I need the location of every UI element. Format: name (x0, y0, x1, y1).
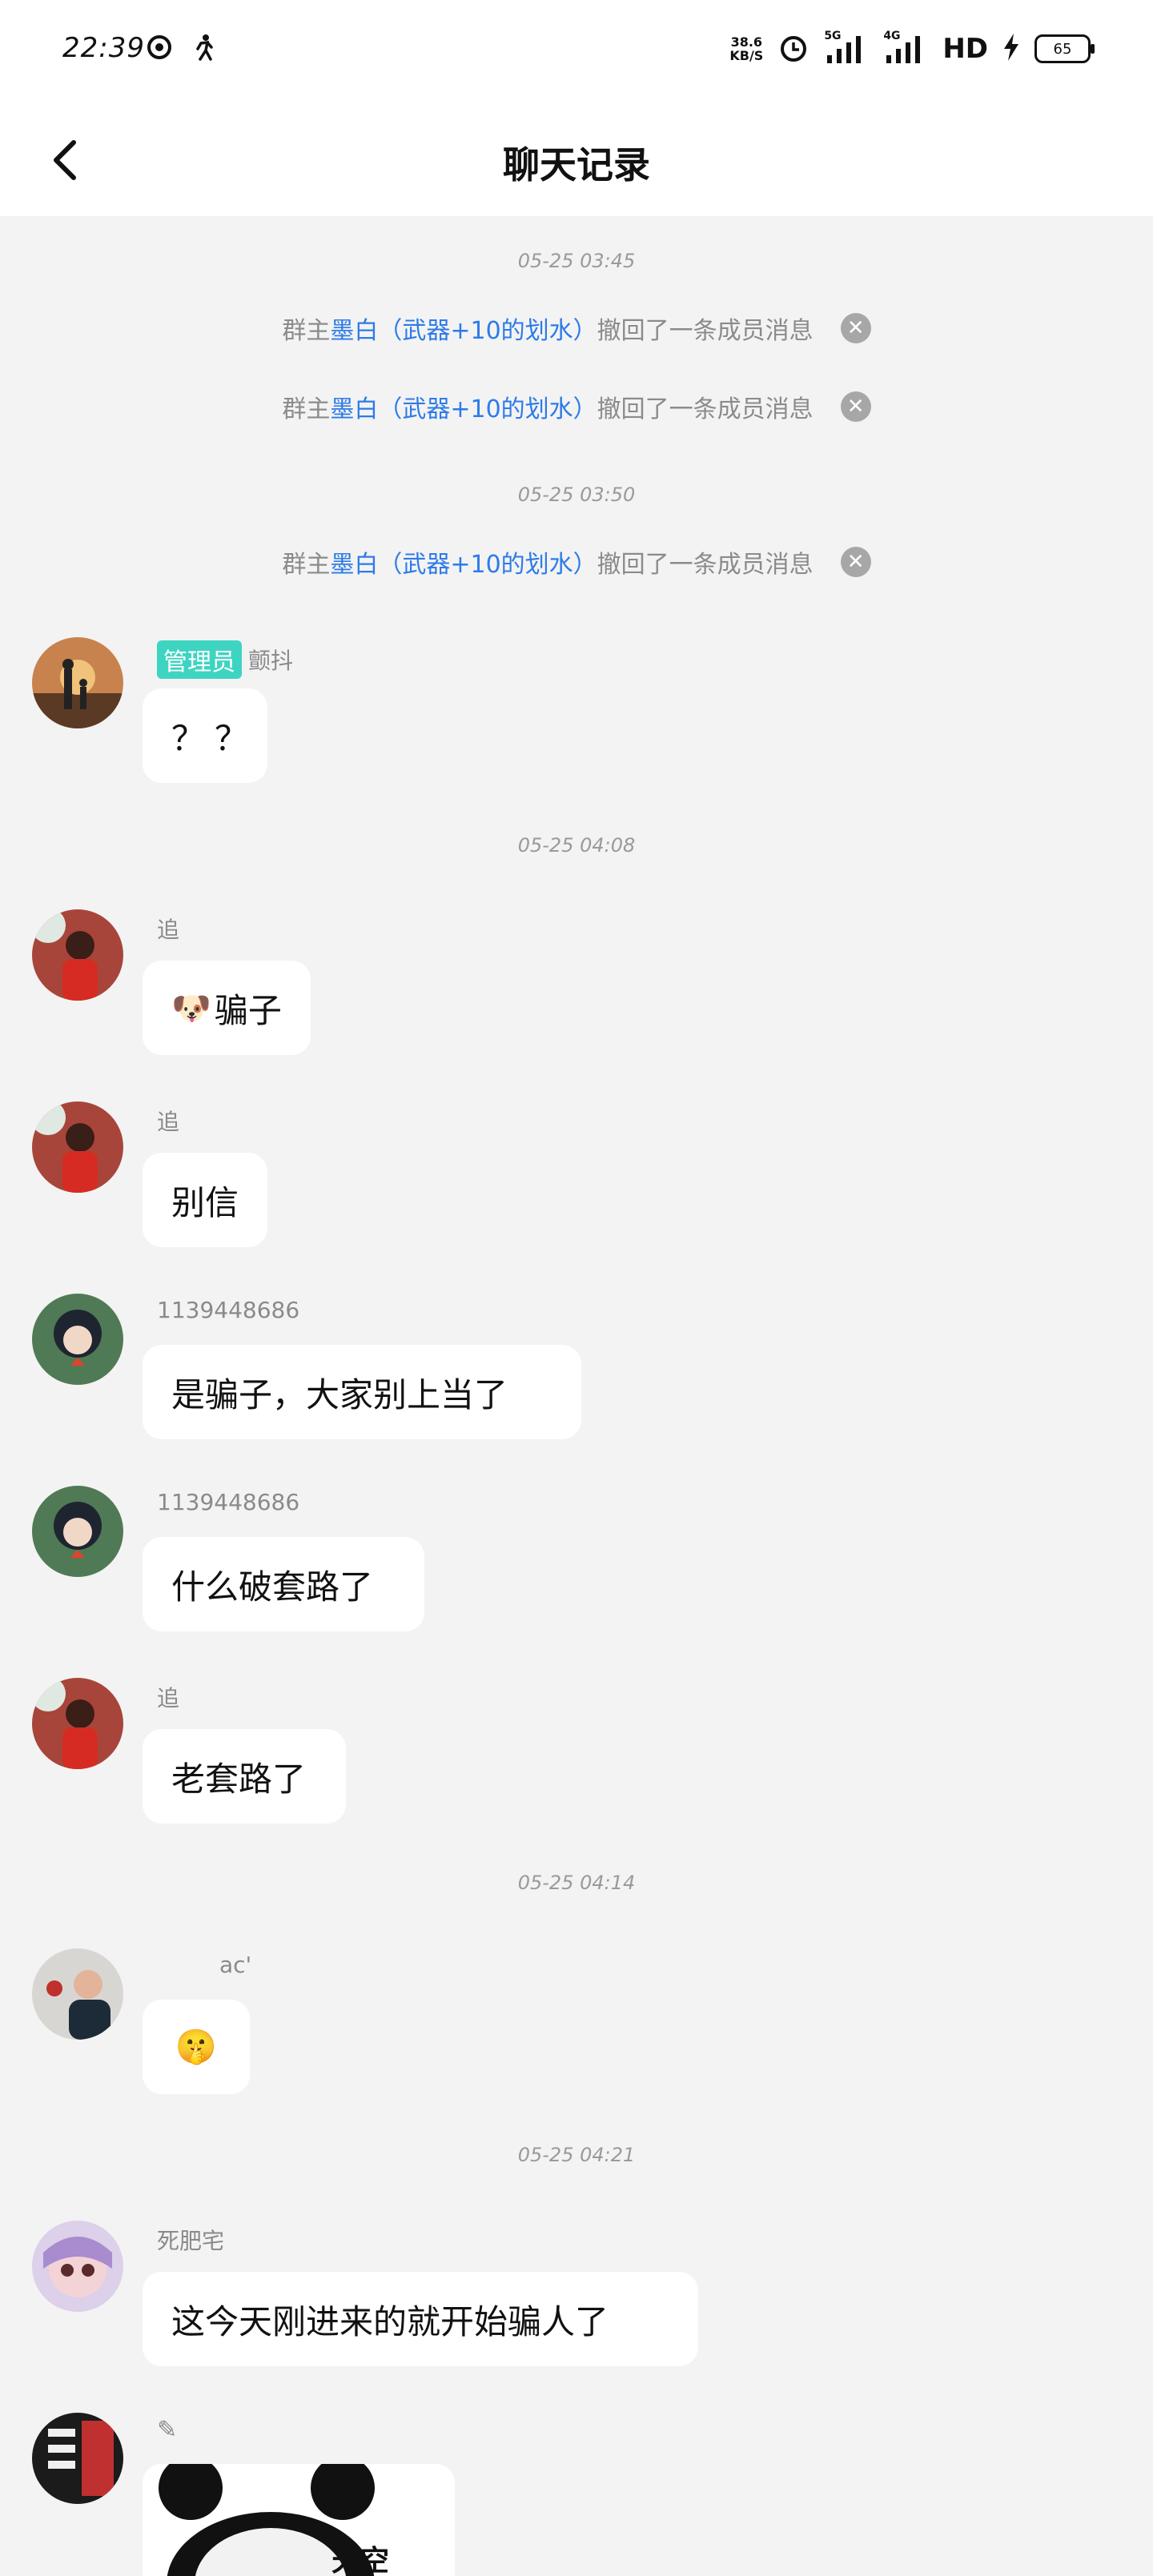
sync-icon (144, 32, 175, 62)
notice-prefix: 群主 (282, 551, 331, 579)
message-bubble[interactable]: 这今天刚进来的就开始骗人了 (143, 2272, 698, 2366)
net-speed: 38.6 KB/S (729, 35, 763, 62)
notice-action: 撤回了一条成员消息 (597, 551, 814, 579)
message-bubble[interactable]: 🐶 骗子 (143, 961, 311, 1055)
battery-icon: 65 (1034, 34, 1095, 63)
sender-name: 颤抖 (248, 648, 294, 674)
close-icon[interactable]: ✕ (840, 391, 871, 422)
message-bubble[interactable]: 老套路了 (143, 1729, 346, 1824)
recall-notice: 群主 墨白（武器+10的划水） 撤回了一条成员消息 ✕ (0, 544, 1153, 580)
avatar[interactable] (32, 1101, 123, 1193)
sender-name: 追 (157, 1109, 180, 1135)
page-title: 聊天记录 (503, 143, 650, 187)
avatar[interactable] (32, 1294, 123, 1385)
avatar[interactable] (32, 2221, 123, 2312)
signal-5g-icon: 5G (824, 30, 869, 65)
sender-name: 1139448686 (157, 1489, 300, 1515)
net-speed-unit: KB/S (729, 48, 764, 63)
sender-name: 死肥宅 (157, 2228, 225, 2254)
image-message[interactable]: 天空 (143, 2464, 455, 2576)
message-bubble[interactable]: 什么破套路了 (143, 1537, 424, 1631)
dog-emoji-icon: 🐶 (171, 989, 211, 1027)
notice-action: 撤回了一条成员消息 (597, 395, 814, 423)
avatar[interactable] (32, 909, 123, 1001)
status-right: 38.6 KB/S 5G 4G HD 65 (729, 30, 1095, 66)
sender-info: 死肥宅 (157, 2224, 224, 2256)
notice-prefix: 群主 (282, 395, 331, 423)
sender-name: 追 (157, 917, 180, 943)
walking-icon (189, 32, 219, 62)
timestamp: 05-25 04:14 (517, 1872, 636, 1894)
alarm-icon (777, 31, 810, 66)
notice-action: 撤回了一条成员消息 (597, 317, 814, 345)
avatar[interactable] (32, 1678, 123, 1769)
sender-name: 追 (157, 1685, 180, 1711)
charging-icon (1002, 34, 1020, 64)
sender-name: ac' (219, 1952, 252, 1978)
sender-info: 1139448686 (157, 1489, 299, 1515)
hd-label: HD (942, 33, 988, 65)
sender-info: ✎ (157, 2416, 177, 2444)
notice-owner-name[interactable]: 墨白（武器+10的划水） (330, 544, 597, 580)
close-icon[interactable]: ✕ (840, 313, 871, 343)
sender-icon: ✎ (157, 2416, 178, 2444)
timestamp: 05-25 04:08 (517, 834, 636, 857)
message-text: 骗子 (214, 990, 282, 1030)
notice-owner-name[interactable]: 墨白（武器+10的划水） (330, 311, 597, 346)
status-bar: 22:39 38.6 KB/S 5G 4G HD 65 (0, 0, 1153, 104)
close-icon[interactable]: ✕ (840, 547, 871, 577)
image-caption: 天空 (331, 2545, 390, 2576)
admin-badge: 管理员 (157, 640, 242, 679)
nav-bar: 聊天记录 (0, 104, 1153, 216)
message-bubble[interactable]: 🤫 (143, 2000, 250, 2094)
avatar[interactable] (32, 1486, 123, 1577)
recall-notice: 群主 墨白（武器+10的划水） 撤回了一条成员消息 ✕ (0, 311, 1153, 346)
sender-info: 追 (157, 1105, 179, 1137)
net-speed-value: 38.6 (730, 34, 763, 50)
recall-notice: 群主 墨白（武器+10的划水） 撤回了一条成员消息 ✕ (0, 389, 1153, 424)
timestamp: 05-25 04:21 (517, 2144, 636, 2166)
sender-info: 追 (157, 1681, 179, 1713)
status-time: 22:39 (62, 32, 145, 64)
notice-owner-name[interactable]: 墨白（武器+10的划水） (330, 389, 597, 424)
message-bubble[interactable]: 是骗子，大家别上当了 (143, 1345, 581, 1439)
sender-info: 1139448686 (157, 1297, 299, 1323)
sender-info: 追 (157, 913, 179, 945)
timestamp: 05-25 03:50 (517, 484, 636, 506)
avatar[interactable] (32, 1948, 123, 2040)
sender-name: 1139448686 (157, 1297, 300, 1323)
avatar[interactable] (32, 2413, 123, 2504)
message-bubble[interactable]: ？？ (143, 688, 267, 783)
message-bubble[interactable]: 别信 (143, 1153, 267, 1247)
timestamp: 05-25 03:45 (517, 250, 636, 272)
notice-prefix: 群主 (282, 317, 331, 345)
sender-info: ac' (219, 1952, 251, 1978)
avatar[interactable] (32, 637, 123, 728)
panda-meme-image (143, 2464, 455, 2576)
signal-4g-icon: 4G (883, 30, 928, 65)
status-left-icons (144, 32, 219, 62)
sender-info: 管理员 颤抖 (157, 640, 293, 679)
